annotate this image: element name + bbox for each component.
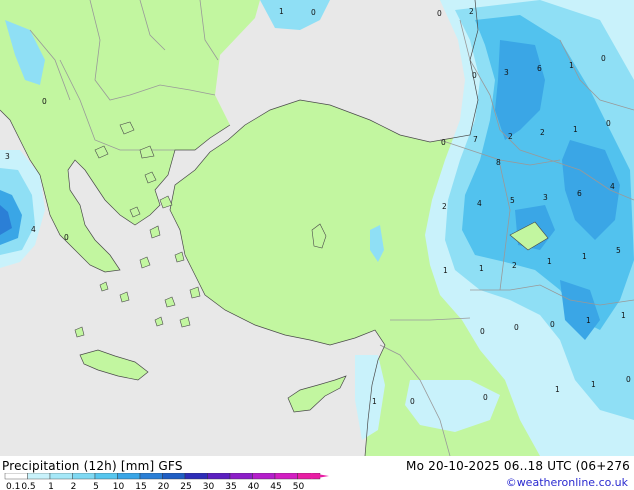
value-label: 0	[550, 320, 555, 329]
colorbar-tick-label: 30	[203, 482, 215, 490]
colorbar-swatch	[229, 473, 253, 480]
colorbar-tick-label: 20	[158, 482, 170, 490]
colorbar-ticks: 0.1 0.5 1 2 5 10 15 20 25 30 35 40 45 50	[6, 482, 304, 490]
value-label: 1	[547, 257, 552, 266]
map-viewer: 1 0 0 2 0 3 6 1 0 7 2 2 1 0 0 8 2 4 5 3 …	[0, 0, 634, 490]
value-label: 0	[311, 8, 316, 17]
value-label: 0	[606, 119, 611, 128]
value-label: 4	[610, 182, 615, 191]
colorbar-tick-label: 5	[93, 482, 99, 490]
value-label: 2	[508, 132, 513, 141]
colorbar-tick-label: 0.1	[6, 482, 20, 490]
value-label: 3	[5, 152, 10, 161]
value-label: 7	[473, 135, 478, 144]
value-label: 0	[514, 323, 519, 332]
colorbar-swatch	[94, 473, 118, 480]
colorbar-tick-label: 0.5	[21, 482, 35, 490]
map-title: Precipitation (12h) [mm] GFS	[2, 459, 183, 473]
value-label: 3	[504, 68, 509, 77]
value-label: 0	[441, 138, 446, 147]
valid-time: Mo 20-10-2025 06..18 UTC (06+276	[406, 459, 630, 473]
value-label: 0	[410, 397, 415, 406]
colorbar-swatches	[4, 473, 321, 480]
value-label: 8	[496, 158, 501, 167]
value-label: 0	[483, 393, 488, 402]
colorbar-swatch	[27, 473, 51, 480]
value-label: 1	[586, 316, 591, 325]
colorbar-swatch	[252, 473, 276, 480]
value-label: 0	[42, 97, 47, 106]
colorbar-tick-label: 35	[225, 482, 236, 490]
value-label: 0	[601, 54, 606, 63]
map-footer: Precipitation (12h) [mm] GFS Mo 20-10-20…	[0, 456, 634, 490]
colorbar-swatch	[162, 473, 186, 480]
colorbar-tick-label: 2	[71, 482, 77, 490]
value-label: 6	[537, 64, 542, 73]
value-label: 2	[540, 128, 545, 137]
value-label: 1	[621, 311, 626, 320]
value-label: 1	[279, 7, 284, 16]
colorbar-tick-label: 25	[180, 482, 191, 490]
value-label: 0	[64, 233, 69, 242]
value-label: 1	[573, 125, 578, 134]
colorbar-swatch	[274, 473, 298, 480]
colorbar-tick-label: 1	[48, 482, 54, 490]
colorbar-tick-label: 50	[293, 482, 305, 490]
value-label: 1	[569, 61, 574, 70]
colorbar-swatch	[117, 473, 141, 480]
colorbar-swatch	[139, 473, 163, 480]
colorbar-tick-label: 45	[270, 482, 281, 490]
value-label: 4	[31, 225, 36, 234]
colorbar-tick-label: 40	[248, 482, 260, 490]
value-label: 1	[582, 252, 587, 261]
value-label: 1	[479, 264, 484, 273]
value-label: 1	[372, 397, 377, 406]
colorbar-swatch	[4, 473, 28, 480]
value-label: 1	[443, 266, 448, 275]
colorbar-swatch	[184, 473, 208, 480]
value-label: 1	[591, 380, 596, 389]
value-label: 2	[512, 261, 517, 270]
value-label: 0	[437, 9, 442, 18]
colorbar-tick-label: 15	[135, 482, 146, 490]
precipitation-map: 1 0 0 2 0 3 6 1 0 7 2 2 1 0 0 8 2 4 5 3 …	[0, 0, 634, 456]
value-label: 2	[442, 202, 447, 211]
value-label: 1	[555, 385, 560, 394]
value-label: 5	[510, 196, 515, 205]
credit-link[interactable]: ©weatheronline.co.uk	[506, 476, 628, 489]
colorbar-swatch	[72, 473, 96, 480]
value-label: 0	[480, 327, 485, 336]
precip-colorbar: 0.1 0.5 1 2 5 10 15 20 25 30 35 40 45 50	[4, 473, 329, 490]
colorbar-tick-label: 10	[113, 482, 125, 490]
value-label: 4	[477, 199, 482, 208]
value-label: 5	[616, 246, 621, 255]
value-label: 6	[577, 189, 582, 198]
colorbar-swatch	[207, 473, 231, 480]
value-label: 0	[626, 375, 631, 384]
value-label: 0	[472, 71, 477, 80]
value-label: 2	[469, 7, 474, 16]
value-label: 3	[543, 193, 548, 202]
colorbar-swatch	[49, 473, 73, 480]
